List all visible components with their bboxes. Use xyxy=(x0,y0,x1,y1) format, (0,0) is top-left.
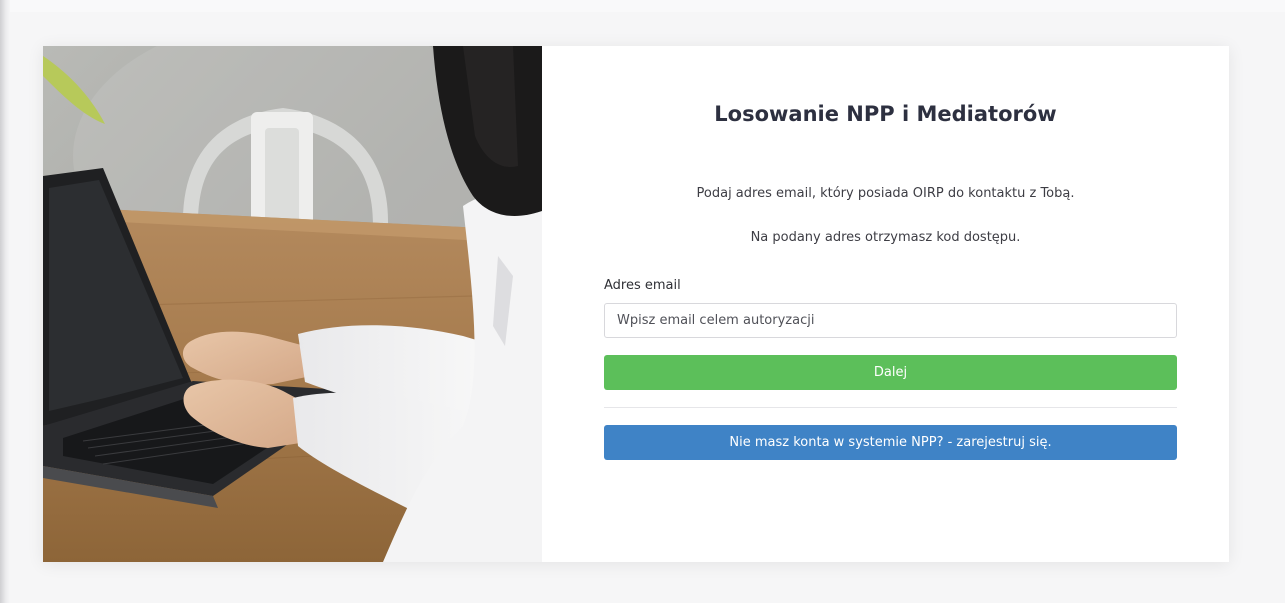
divider xyxy=(604,407,1177,408)
window-edge xyxy=(0,0,10,603)
access-code-note: Na podany adres otrzymasz kod dostępu. xyxy=(750,230,1021,245)
register-button[interactable]: Nie masz konta w systemie NPP? - zarejes… xyxy=(604,425,1177,460)
page-title: Losowanie NPP i Mediatorów xyxy=(714,102,1057,126)
email-input[interactable] xyxy=(604,303,1177,338)
next-button[interactable]: Dalej xyxy=(604,355,1177,390)
top-band xyxy=(10,0,1285,12)
login-card: Losowanie NPP i Mediatorów Podaj adres e… xyxy=(43,46,1229,562)
hero-photo xyxy=(43,46,542,562)
instruction-text: Podaj adres email, który posiada OIRP do… xyxy=(696,186,1075,201)
email-label: Adres email xyxy=(604,278,681,293)
login-form-panel: Losowanie NPP i Mediatorów Podaj adres e… xyxy=(542,46,1229,562)
person-typing-on-laptop-illustration xyxy=(43,46,542,562)
